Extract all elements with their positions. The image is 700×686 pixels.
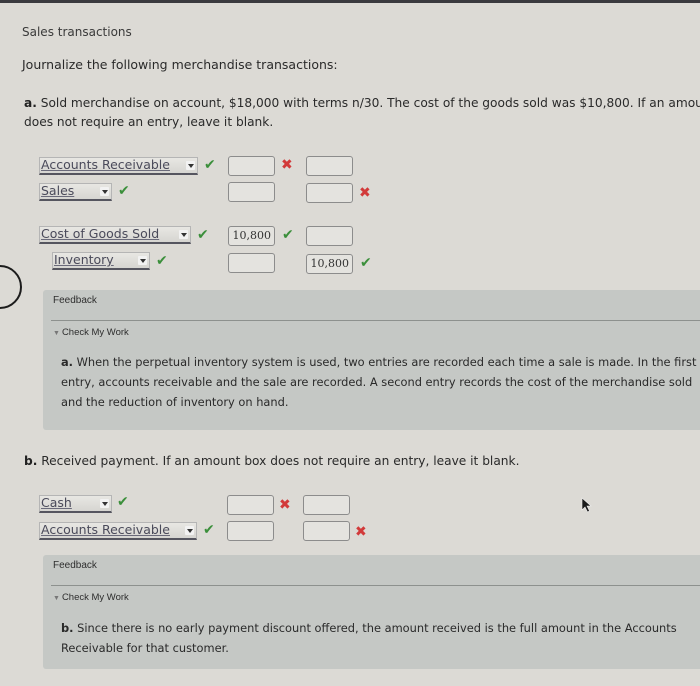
account-select-a3[interactable]: Cost of Goods Sold	[39, 226, 191, 244]
debit-input-a4[interactable]	[228, 253, 275, 273]
account-select-b1-value: Cash	[41, 495, 72, 510]
account-select-a4-value: Inventory	[54, 252, 114, 267]
question-a-text: Sold merchandise on account, $18,000 wit…	[40, 96, 700, 110]
cross-icon: ✖	[281, 157, 293, 173]
feedback-panel-b: Feedback ▼ Check My Work b. Since there i…	[43, 555, 700, 669]
partial-circle-decoration	[0, 265, 22, 309]
account-select-b2[interactable]: Accounts Receivable	[39, 522, 197, 540]
feedback-divider	[51, 320, 700, 321]
cross-icon: ✖	[355, 524, 367, 540]
credit-input-b2[interactable]	[303, 521, 350, 541]
credit-input-b1[interactable]	[303, 495, 350, 515]
cross-icon: ✖	[279, 497, 291, 513]
check-icon: ✔	[197, 227, 209, 243]
check-my-work-label: Check My Work	[61, 592, 129, 603]
chevron-down-icon	[186, 161, 195, 170]
check-icon: ✔	[156, 253, 168, 269]
feedback-title: Feedback	[53, 295, 97, 306]
debit-input-b1[interactable]	[227, 495, 274, 515]
chevron-down-icon	[138, 256, 147, 265]
top-bar	[0, 0, 700, 3]
cross-icon: ✖	[359, 185, 371, 201]
check-icon: ✔	[203, 522, 215, 538]
question-a-label: a.	[24, 96, 37, 110]
page-title: Sales transactions	[22, 25, 132, 39]
question-a-text-line2: does not require an entry, leave it blan…	[24, 115, 274, 129]
check-my-work-toggle[interactable]: ▼ Check My Work	[53, 592, 129, 603]
credit-input-a4[interactable]: 10,800	[306, 254, 353, 274]
mouse-cursor-icon	[581, 497, 592, 513]
check-icon: ✔	[360, 255, 372, 271]
debit-input-a3[interactable]: 10,800	[228, 226, 275, 246]
account-select-b2-value: Accounts Receivable	[41, 522, 170, 537]
feedback-text-a: a. When the perpetual inventory system i…	[61, 352, 700, 412]
account-select-b1[interactable]: Cash	[39, 495, 112, 513]
debit-input-a1[interactable]	[228, 156, 275, 176]
triangle-down-icon: ▼	[53, 330, 60, 337]
feedback-body: Since there is no early payment discount…	[61, 621, 677, 655]
chevron-down-icon	[100, 499, 109, 508]
question-b-text: Received payment. If an amount box does …	[41, 454, 520, 468]
account-select-a1-value: Accounts Receivable	[41, 157, 170, 172]
feedback-body: When the perpetual inventory system is u…	[61, 355, 697, 409]
triangle-down-icon: ▼	[53, 595, 60, 602]
account-select-a2[interactable]: Sales	[39, 183, 112, 201]
question-b: b. Received payment. If an amount box do…	[24, 452, 519, 471]
instruction-text: Journalize the following merchandise tra…	[22, 57, 338, 72]
chevron-down-icon	[100, 187, 109, 196]
account-select-a1[interactable]: Accounts Receivable	[39, 157, 198, 175]
check-icon: ✔	[282, 227, 294, 243]
feedback-divider	[51, 585, 700, 586]
account-select-a3-value: Cost of Goods Sold	[41, 226, 160, 241]
check-icon: ✔	[117, 494, 129, 510]
credit-input-a2[interactable]	[306, 183, 353, 203]
check-my-work-toggle[interactable]: ▼ Check My Work	[53, 327, 129, 338]
credit-input-a3[interactable]	[306, 226, 353, 246]
question-b-label: b.	[24, 454, 38, 468]
feedback-label: a.	[61, 355, 74, 369]
chevron-down-icon	[185, 526, 194, 535]
question-a: a. Sold merchandise on account, $18,000 …	[24, 94, 700, 132]
account-select-a4[interactable]: Inventory	[52, 252, 150, 270]
feedback-text-b: b. Since there is no early payment disco…	[61, 618, 700, 658]
feedback-label: b.	[61, 621, 74, 635]
account-select-a2-value: Sales	[41, 183, 75, 198]
credit-input-a1[interactable]	[306, 156, 353, 176]
debit-input-b2[interactable]	[227, 521, 274, 541]
check-icon: ✔	[118, 183, 130, 199]
feedback-panel-a: Feedback ▼ Check My Work a. When the perp…	[43, 290, 700, 430]
check-my-work-label: Check My Work	[61, 327, 129, 338]
chevron-down-icon	[179, 230, 188, 239]
feedback-title: Feedback	[53, 560, 97, 571]
check-icon: ✔	[204, 157, 216, 173]
debit-input-a2[interactable]	[228, 182, 275, 202]
